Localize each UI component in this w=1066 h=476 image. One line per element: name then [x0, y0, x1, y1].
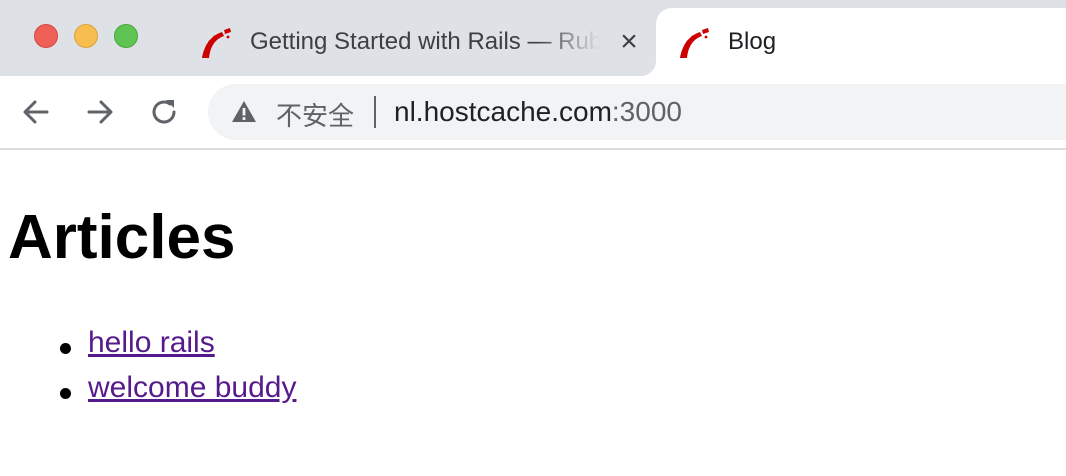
forward-arrow-icon[interactable] — [82, 94, 118, 130]
address-bar[interactable]: 不安全 nl.hostcache.com:3000 — [208, 84, 1066, 140]
security-label[interactable]: 不安全 — [276, 96, 354, 133]
rails-icon — [202, 28, 231, 58]
bullet-icon — [60, 388, 71, 399]
tab-blog[interactable]: Blog — [640, 8, 1066, 76]
bullet-icon — [60, 343, 71, 354]
maximize-window-button[interactable] — [114, 24, 138, 48]
address-divider — [374, 96, 376, 128]
url-host: nl.hostcache.com — [394, 96, 612, 127]
rails-icon — [680, 28, 709, 58]
tab-title: Blog — [728, 28, 777, 55]
page-content: Articles hello rails welcome buddy — [0, 150, 1066, 476]
tab-strip: Getting Started with Rails — Ruby on Rai… — [0, 0, 1066, 76]
warning-icon[interactable] — [230, 98, 258, 126]
tab-title: Getting Started with Rails — Ruby on Rai… — [250, 28, 600, 55]
tab-getting-started[interactable]: Getting Started with Rails — Ruby on Rai… — [180, 8, 656, 76]
url-text[interactable]: nl.hostcache.com:3000 — [394, 96, 682, 128]
reload-icon[interactable] — [146, 94, 182, 130]
back-arrow-icon[interactable] — [18, 94, 54, 130]
minimize-window-button[interactable] — [74, 24, 98, 48]
article-link[interactable]: hello rails — [88, 326, 215, 360]
article-link[interactable]: welcome buddy — [88, 371, 296, 405]
url-port: :3000 — [611, 96, 682, 127]
page-title: Articles — [8, 203, 236, 272]
close-window-button[interactable] — [34, 24, 58, 48]
browser-toolbar: 不安全 nl.hostcache.com:3000 — [0, 76, 1066, 150]
close-tab-icon[interactable]: × — [614, 27, 644, 58]
